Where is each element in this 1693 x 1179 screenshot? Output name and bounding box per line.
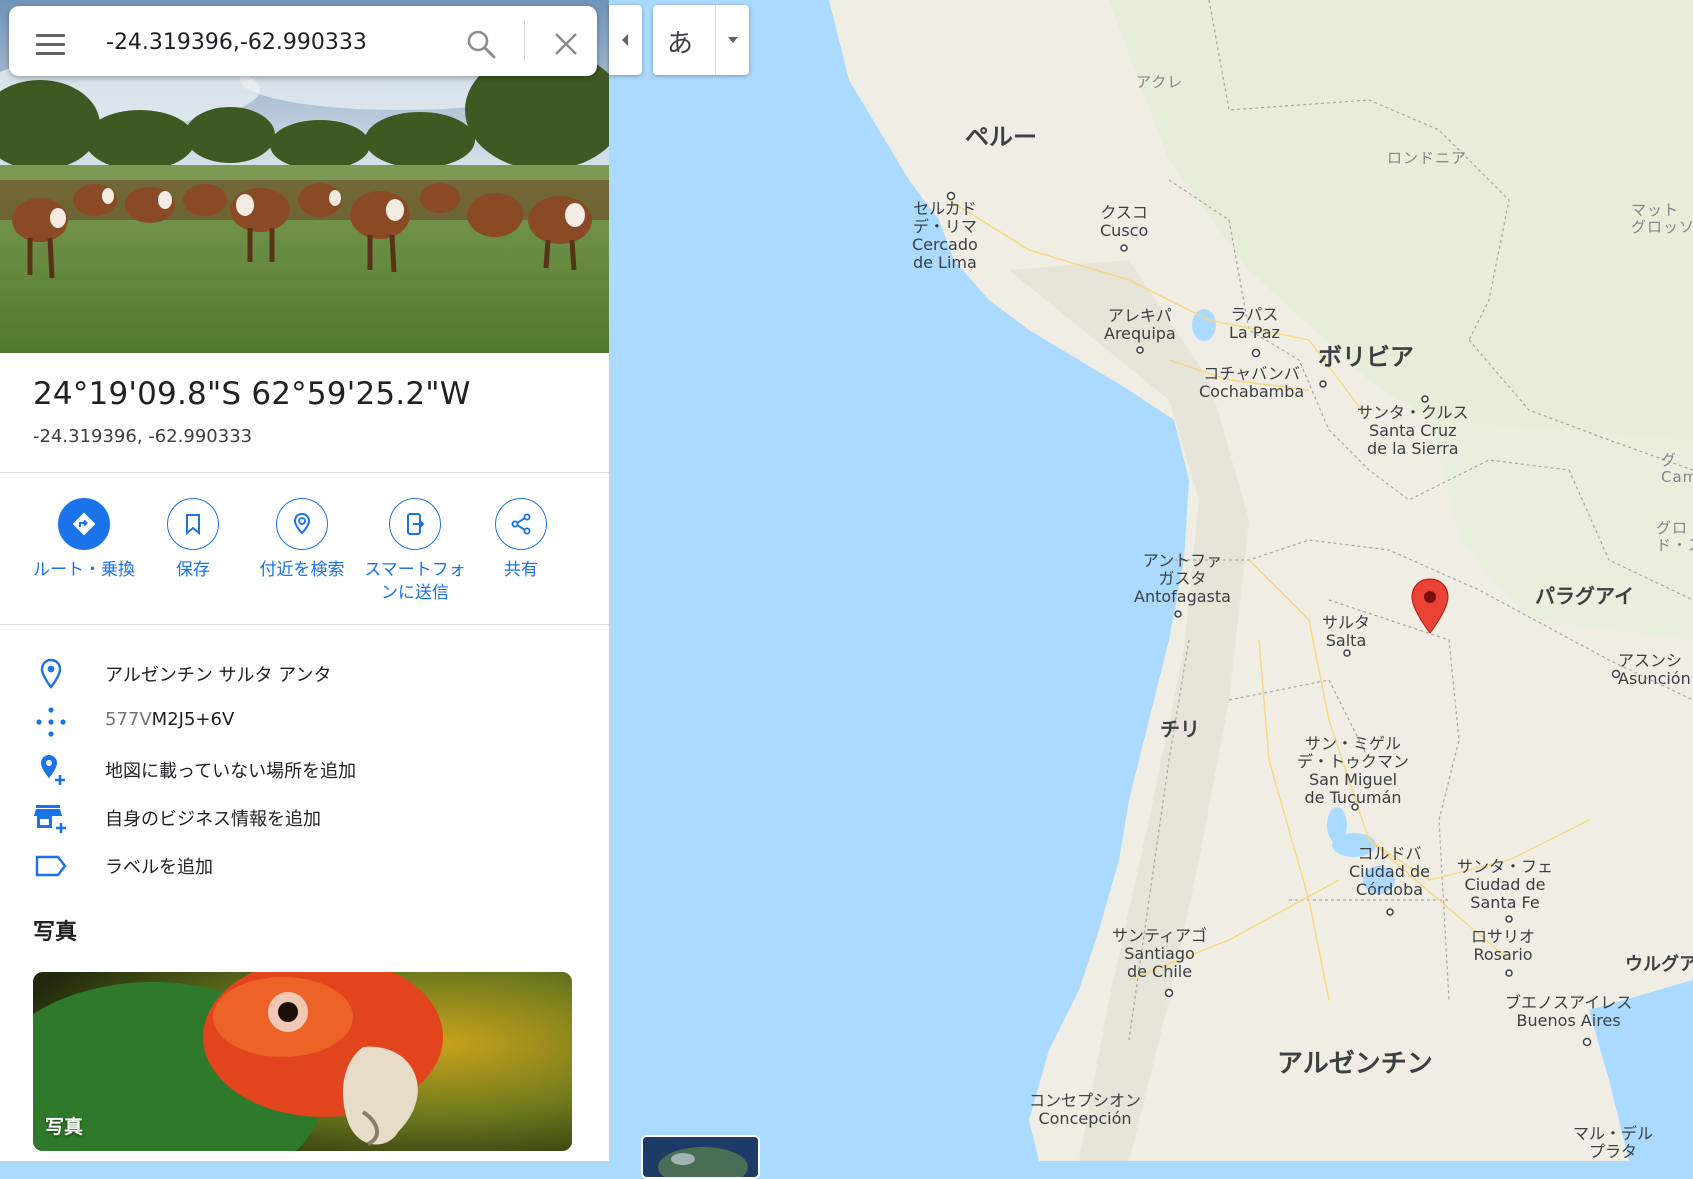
search-divider: [524, 21, 525, 61]
map-label-antofagasta[interactable]: アントファ ガスタ Antofagasta: [1134, 552, 1231, 606]
map-label-uruguay[interactable]: ウルグア: [1625, 954, 1693, 975]
map-label-bolivia[interactable]: ボリビア: [1318, 344, 1414, 371]
share-icon: [495, 498, 547, 550]
map-label-cordoba[interactable]: コルドバ Ciudad de Córdoba: [1349, 845, 1430, 899]
map-label-rosario[interactable]: ロサリオ Rosario: [1471, 928, 1535, 964]
address-row[interactable]: アルゼンチン サルタ アンタ: [0, 651, 609, 695]
map-label-chile[interactable]: チリ: [1160, 718, 1200, 741]
satellite-layer-toggle[interactable]: [641, 1135, 760, 1179]
add-business-icon: [34, 801, 68, 835]
map-label-concepcion[interactable]: コンセプシオン Concepción: [1029, 1092, 1141, 1128]
send-to-phone-label: スマートフォンに送信: [364, 560, 466, 603]
photos-heading: 写真: [33, 920, 78, 945]
place-title: 24°19'09.8"S 62°59'25.2"W: [33, 376, 471, 412]
map-label-peru[interactable]: ペルー: [965, 124, 1037, 151]
map-label-acre[interactable]: アクレ: [1136, 74, 1183, 91]
divider: [0, 624, 609, 625]
map-label-santa-fe[interactable]: サンタ・フェ Ciudad de Santa Fe: [1457, 858, 1553, 912]
map-label-tucuman[interactable]: サン・ミゲル デ・トゥクマン San Miguel de Tucumán: [1297, 735, 1409, 807]
save-label: 保存: [176, 560, 210, 580]
map-label-salta[interactable]: サルタ Salta: [1322, 614, 1370, 650]
location-pin-icon: [34, 657, 68, 691]
photos-card-label: 写真: [45, 1116, 84, 1138]
map-label-arequipa[interactable]: アレキパ Arequipa: [1104, 307, 1176, 343]
add-business-row[interactable]: 自身のビジネス情報を追加: [0, 795, 609, 839]
map-label-argentina[interactable]: アルゼンチン: [1277, 1049, 1433, 1079]
map-label-cochabamba[interactable]: コチャバンバ Cochabamba: [1199, 365, 1304, 401]
parrot-photo: [33, 972, 572, 1151]
save-button[interactable]: 保存: [138, 498, 248, 582]
nearby-search-label: 付近を検索: [259, 560, 345, 580]
location-marker-icon[interactable]: [1410, 577, 1450, 635]
hamburger-menu-icon[interactable]: [36, 28, 76, 58]
map-label-buenos-aires[interactable]: ブエノスアイレス Buenos Aires: [1505, 994, 1632, 1030]
add-place-icon: [34, 753, 68, 787]
share-button[interactable]: 共有: [466, 498, 576, 582]
place-coordinates[interactable]: -24.319396, -62.990333: [33, 426, 252, 447]
add-label-text: ラベルを追加: [105, 857, 213, 878]
address-text: アルゼンチン サルタ アンタ: [105, 665, 332, 686]
plus-code-row[interactable]: 577VM2J5+6V: [0, 699, 609, 743]
plus-code-icon: [34, 705, 68, 739]
label-icon: [34, 849, 68, 883]
plus-code-main: M2J5+6V: [151, 709, 235, 730]
close-icon[interactable]: [550, 28, 582, 60]
map-label-cusco[interactable]: クスコ Cusco: [1100, 204, 1148, 240]
search-box: [9, 6, 597, 76]
nearby-search-button[interactable]: 付近を検索: [247, 498, 357, 582]
directions-icon: [58, 498, 110, 550]
input-method-toggle[interactable]: あ: [667, 23, 693, 60]
photos-card[interactable]: 写真: [33, 972, 572, 1151]
directions-label: ルート・乗換: [33, 560, 135, 580]
send-to-phone-button[interactable]: スマートフォンに送信: [356, 498, 474, 605]
map-canvas[interactable]: ペルー ボリビア パラグアイ チリ アルゼンチン ウルグア アクレ ロンドニア …: [609, 0, 1693, 1161]
nearby-search-icon: [276, 498, 328, 550]
add-missing-place-text: 地図に載っていない場所を追加: [105, 761, 357, 782]
add-business-text: 自身のビジネス情報を追加: [105, 809, 321, 830]
map-label-rondonia[interactable]: ロンドニア: [1387, 150, 1467, 167]
search-icon[interactable]: [465, 28, 497, 60]
map-label-mato-grosso[interactable]: マット グロッソ: [1631, 202, 1693, 236]
add-label-row[interactable]: ラベルを追加: [0, 843, 609, 887]
map-label-santiago[interactable]: サンティアゴ Santiago de Chile: [1112, 927, 1207, 981]
directions-button[interactable]: ルート・乗換: [29, 498, 139, 582]
map-label-la-paz[interactable]: ラパス La Paz: [1229, 306, 1280, 342]
divider: [0, 472, 609, 473]
map-label-paraguay[interactable]: パラグアイ: [1535, 585, 1634, 608]
place-panel: 24°19'09.8"S 62°59'25.2"W -24.319396, -6…: [0, 0, 609, 1161]
map-label-goias[interactable]: グ Cam: [1661, 452, 1693, 486]
send-to-phone-icon: [389, 498, 441, 550]
map-label-mar-del-plata[interactable]: マル・デル プラタ: [1573, 1125, 1653, 1161]
map-label-lima[interactable]: セルカド デ・リマ Cercado de Lima: [912, 200, 978, 272]
plus-code-prefix: 577V: [105, 709, 152, 730]
input-method-dropdown[interactable]: [715, 5, 750, 75]
add-missing-place-row[interactable]: 地図に載っていない場所を追加: [0, 747, 609, 791]
search-input[interactable]: [104, 22, 438, 62]
plus-code-text: 577VM2J5+6V: [105, 709, 234, 730]
bookmark-icon: [167, 498, 219, 550]
share-label: 共有: [504, 560, 538, 580]
map-label-asuncion[interactable]: アスンシ Asunción: [1618, 652, 1691, 688]
collapse-panel-button[interactable]: [609, 5, 642, 75]
map-label-santa-cruz[interactable]: サンタ・クルス Santa Cruz de la Sierra: [1357, 404, 1469, 458]
map-label-mato-grosso-do-sul[interactable]: グロ ド・ス: [1656, 520, 1693, 554]
input-tools-button: あ: [653, 5, 749, 75]
